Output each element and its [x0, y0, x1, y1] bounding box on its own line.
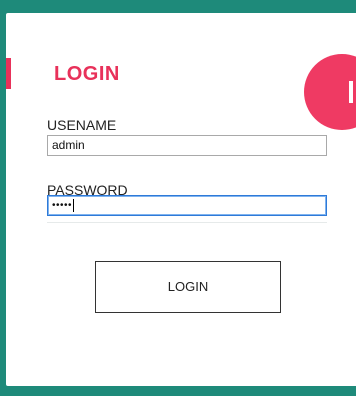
login-title: LOGIN: [54, 63, 120, 85]
plus-icon: [349, 81, 353, 103]
password-masked-value: •••••: [52, 200, 73, 212]
username-label: USENAME: [47, 117, 117, 133]
username-field[interactable]: admin: [47, 135, 327, 156]
text-caret: [73, 199, 75, 213]
login-card: LOGIN USENAME admin PASSWORD ••••• LOGIN: [6, 13, 356, 386]
divider: [47, 222, 327, 223]
username-value: admin: [52, 138, 85, 152]
password-field[interactable]: •••••: [47, 195, 327, 216]
login-button[interactable]: LOGIN: [95, 261, 281, 313]
accent-bar: [6, 58, 11, 89]
